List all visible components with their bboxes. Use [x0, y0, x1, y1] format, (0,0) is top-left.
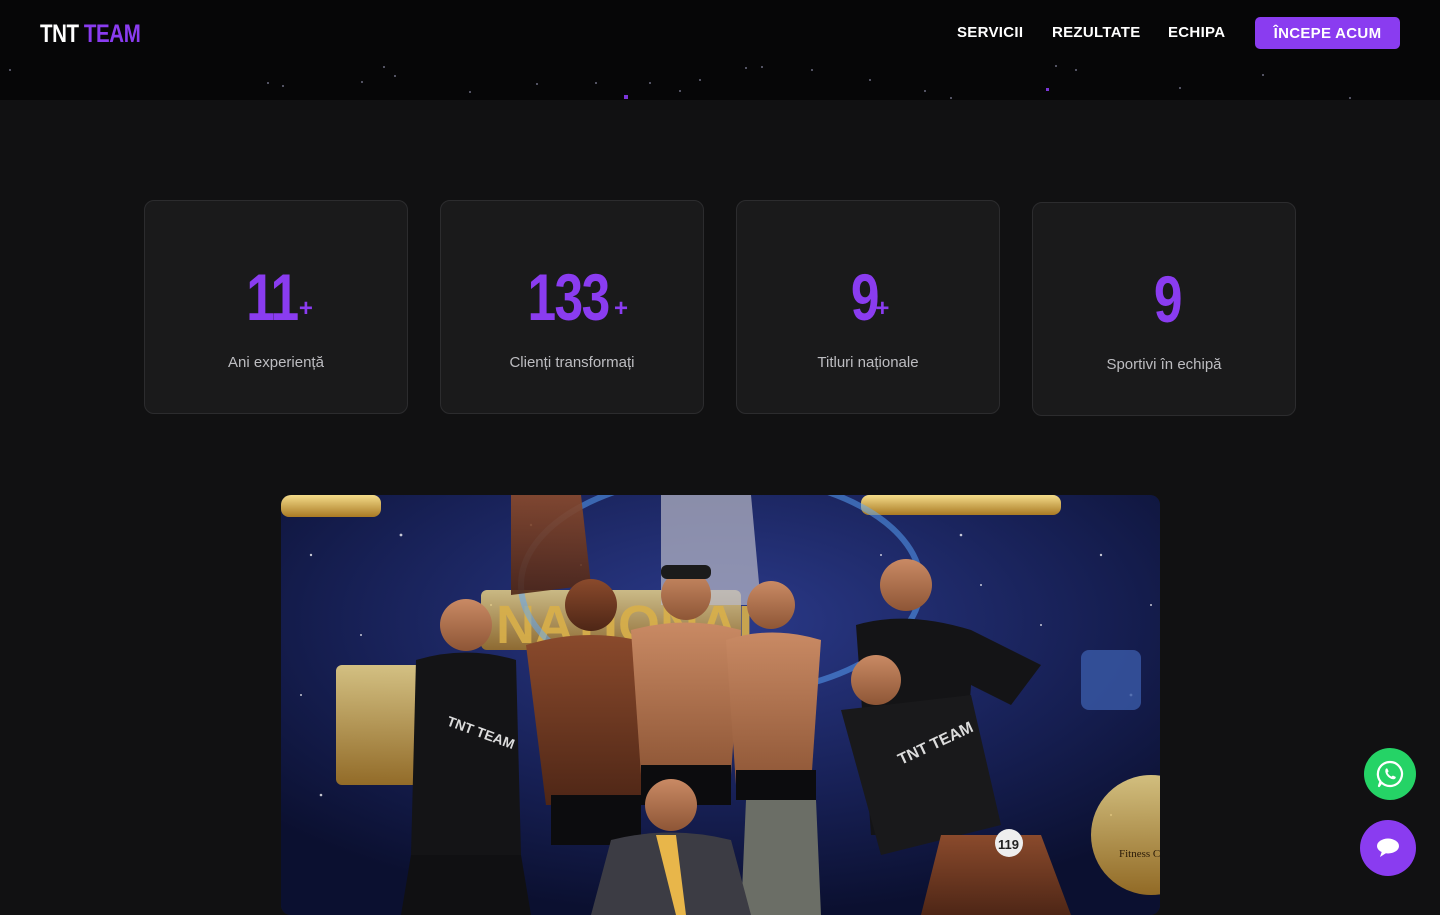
- stat-label: Titluri naționale: [817, 354, 919, 371]
- logo-text-primary: TNT: [40, 20, 79, 48]
- stat-label: Clienți transformați: [509, 354, 635, 371]
- team-photo: NATIONAL TNT TEAM TNT TEAM 119 Fitness C: [281, 495, 1160, 915]
- stat-value: 9: [1153, 262, 1182, 336]
- stat-label: Sportivi în echipă: [1106, 356, 1222, 373]
- badge-text: Fitness COLI: [1119, 848, 1160, 860]
- whatsapp-icon: [1376, 760, 1404, 788]
- stat-card-titles: 9+ Titluri naționale: [736, 200, 1000, 414]
- stat-label: Ani experiență: [228, 354, 324, 371]
- team-photo-illustration: NATIONAL TNT TEAM TNT TEAM 119 Fitness C: [281, 495, 1160, 915]
- stat-value: 9+: [850, 260, 890, 334]
- nav-link-rezultate[interactable]: REZULTATE: [1052, 24, 1141, 41]
- stat-value: 11+: [246, 260, 313, 334]
- start-now-button[interactable]: ÎNCEPE ACUM: [1255, 17, 1400, 49]
- site-logo[interactable]: TNT TEAM: [40, 20, 141, 49]
- chat-button[interactable]: [1360, 820, 1416, 876]
- stat-card-athletes: 9 Sportivi în echipă: [1032, 202, 1296, 416]
- stat-card-clients: 133 + Clienți transformați: [440, 200, 704, 414]
- whatsapp-button[interactable]: [1364, 748, 1416, 800]
- stat-value: 133 +: [527, 260, 629, 334]
- chat-bubble-icon: [1377, 838, 1399, 857]
- nav-link-echipa[interactable]: ECHIPA: [1168, 24, 1225, 41]
- bib-number: 119: [998, 837, 1019, 852]
- nav-link-servicii[interactable]: SERVICII: [957, 24, 1023, 41]
- site-header: TNT TEAM SERVICII REZULTATE ECHIPA ÎNCEP…: [0, 0, 1440, 100]
- logo-text-accent: TEAM: [83, 20, 141, 48]
- stat-card-experience: 11+ Ani experiență: [144, 200, 408, 414]
- starfield-decoration: [9, 65, 1351, 99]
